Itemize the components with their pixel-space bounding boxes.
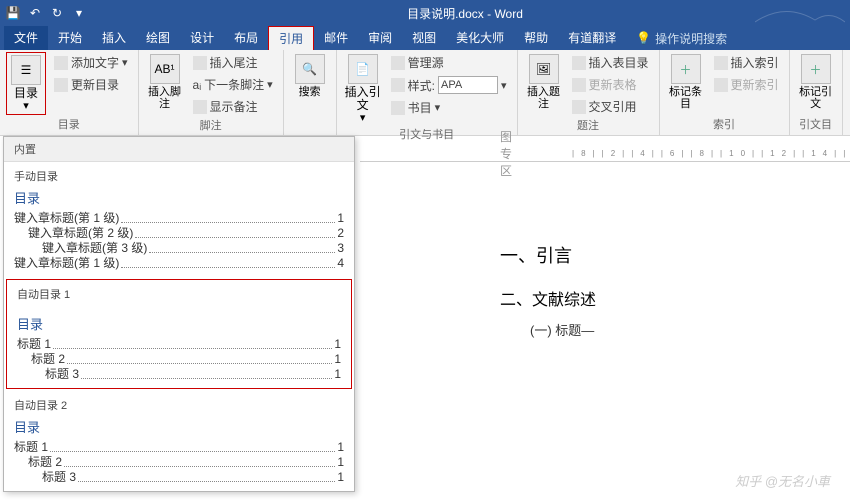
insert-caption-button[interactable]: 🖼 插入题注 bbox=[524, 52, 564, 112]
show-notes-button[interactable]: 显示备注 bbox=[189, 96, 277, 117]
ruler: 图专区|8||2||4||6||8||10||12||14||16||18||2… bbox=[360, 146, 850, 162]
menu-美化大师[interactable]: 美化大师 bbox=[446, 26, 514, 50]
next-fn-icon: aᵢ bbox=[193, 78, 202, 92]
insidx-icon bbox=[714, 56, 728, 70]
dd-builtin-header: 内置 bbox=[4, 137, 354, 162]
dd-auto1[interactable]: 自动目录 1 目录 标题 11标题 21标题 31 bbox=[6, 279, 352, 389]
group-caption: 🖼 插入题注 插入表目录 更新表格 交叉引用 题注 bbox=[518, 50, 660, 136]
updtbl-icon bbox=[572, 78, 586, 92]
menu-视图[interactable]: 视图 bbox=[402, 26, 446, 50]
menu-有道翻译[interactable]: 有道翻译 bbox=[558, 26, 626, 50]
caption-icon: 🖼 bbox=[529, 54, 559, 84]
window-title: 目录说明.docx - Word bbox=[86, 5, 844, 22]
group-footnote: AB¹ 插入脚注 插入尾注 aᵢ下一条脚注 ▾ 显示备注 脚注 bbox=[139, 50, 284, 136]
markcit-icon: ＋ bbox=[801, 54, 831, 84]
undo-icon[interactable]: ↶ bbox=[28, 6, 42, 20]
tof-icon bbox=[572, 56, 586, 70]
group-search: 🔍 搜索 bbox=[284, 50, 337, 136]
toc-button[interactable]: ☰ 目录▾ bbox=[6, 52, 46, 115]
update-icon bbox=[54, 78, 68, 92]
update-toc-button[interactable]: 更新目录 bbox=[50, 74, 132, 95]
shownotes-icon bbox=[193, 100, 207, 114]
update-table-button[interactable]: 更新表格 bbox=[568, 74, 653, 95]
tell-me[interactable]: 💡 操作说明搜索 bbox=[636, 30, 727, 47]
footnote-icon: AB¹ bbox=[150, 54, 180, 84]
style-icon bbox=[391, 78, 405, 92]
toc-line: 标题 31 bbox=[14, 470, 344, 485]
toc-icon: ☰ bbox=[11, 55, 41, 85]
cross-ref-button[interactable]: 交叉引用 bbox=[568, 96, 653, 117]
ribbon: ☰ 目录▾ 添加文字 ▾ 更新目录 目录 AB¹ 插入脚注 插入尾注 aᵢ下一条… bbox=[0, 50, 850, 136]
heading-3: (一) 标题— bbox=[530, 320, 810, 339]
heading-2: 二、文献综述 bbox=[500, 286, 810, 310]
markentry-icon: ＋ bbox=[671, 54, 701, 84]
insert-index-button[interactable]: 插入索引 bbox=[710, 52, 783, 73]
group-citation: 📄 插入引文▾ 管理源 样式: APA ▾ 书目 ▾ 引文与书目 bbox=[337, 50, 518, 136]
dd-manual[interactable]: 手动目录 目录 键入章标题(第 1 级)1键入章标题(第 2 级)2键入章标题(… bbox=[4, 162, 354, 277]
menu-审阅[interactable]: 审阅 bbox=[358, 26, 402, 50]
mark-citation-button[interactable]: ＋ 标记引文 bbox=[796, 52, 836, 112]
menu-引用[interactable]: 引用 bbox=[268, 26, 314, 50]
decor-lines bbox=[755, 2, 845, 24]
menu-设计[interactable]: 设计 bbox=[180, 26, 224, 50]
manage-sources-button[interactable]: 管理源 bbox=[387, 52, 511, 73]
menu-bar: 文件 开始插入绘图设计布局引用邮件审阅视图美化大师帮助有道翻译 💡 操作说明搜索 bbox=[0, 26, 850, 50]
insert-tof-button[interactable]: 插入表目录 bbox=[568, 52, 653, 73]
dd-auto2[interactable]: 自动目录 2 目录 标题 11标题 21标题 31 bbox=[4, 391, 354, 491]
xref-icon bbox=[572, 100, 586, 114]
endnote-icon bbox=[193, 56, 207, 70]
group-citation2: ＋ 标记引文 引文目 bbox=[790, 50, 843, 136]
menu-帮助[interactable]: 帮助 bbox=[514, 26, 558, 50]
add-text-button[interactable]: 添加文字 ▾ bbox=[50, 52, 132, 73]
add-text-icon bbox=[54, 56, 68, 70]
menu-绘图[interactable]: 绘图 bbox=[136, 26, 180, 50]
citation-icon: 📄 bbox=[348, 54, 378, 84]
qat-more-icon[interactable]: ▾ bbox=[72, 6, 86, 20]
insert-endnote-button[interactable]: 插入尾注 bbox=[189, 52, 277, 73]
menu-开始[interactable]: 开始 bbox=[48, 26, 92, 50]
style-select[interactable]: 样式: APA ▾ bbox=[387, 74, 511, 96]
watermark: 知乎 @无名小車 bbox=[735, 471, 830, 490]
updidx-icon bbox=[714, 78, 728, 92]
bibliography-button[interactable]: 书目 ▾ bbox=[387, 97, 511, 118]
toc-dropdown: 内置 手动目录 目录 键入章标题(第 1 级)1键入章标题(第 2 级)2键入章… bbox=[3, 136, 355, 492]
title-bar: 💾 ↶ ↻ ▾ 目录说明.docx - Word bbox=[0, 0, 850, 26]
update-index-button[interactable]: 更新索引 bbox=[710, 74, 783, 95]
menu-插入[interactable]: 插入 bbox=[92, 26, 136, 50]
group-index: ＋ 标记条目 插入索引 更新索引 索引 bbox=[660, 50, 790, 136]
bulb-icon: 💡 bbox=[636, 31, 651, 45]
menu-布局[interactable]: 布局 bbox=[224, 26, 268, 50]
next-footnote-button[interactable]: aᵢ下一条脚注 ▾ bbox=[189, 74, 277, 95]
heading-1: 一、引言 bbox=[500, 242, 810, 268]
menu-邮件[interactable]: 邮件 bbox=[314, 26, 358, 50]
page[interactable]: 一、引言 二、文献综述 (一) 标题— bbox=[360, 162, 850, 339]
group-toc: ☰ 目录▾ 添加文字 ▾ 更新目录 目录 bbox=[0, 50, 139, 136]
manage-icon bbox=[391, 56, 405, 70]
search-button[interactable]: 🔍 搜索 bbox=[290, 52, 330, 100]
insert-footnote-button[interactable]: AB¹ 插入脚注 bbox=[145, 52, 185, 112]
document-area: 图专区|8||2||4||6||8||10||12||14||16||18||2… bbox=[360, 146, 850, 500]
bib-icon bbox=[391, 101, 405, 115]
save-icon[interactable]: 💾 bbox=[6, 6, 20, 20]
redo-icon[interactable]: ↻ bbox=[50, 6, 64, 20]
toc-line: 键入章标题(第 1 级)4 bbox=[14, 256, 344, 271]
insert-citation-button[interactable]: 📄 插入引文▾ bbox=[343, 52, 383, 126]
mark-entry-button[interactable]: ＋ 标记条目 bbox=[666, 52, 706, 112]
search-icon: 🔍 bbox=[295, 54, 325, 84]
menu-file[interactable]: 文件 bbox=[4, 26, 48, 50]
toc-line: 标题 31 bbox=[17, 367, 341, 382]
